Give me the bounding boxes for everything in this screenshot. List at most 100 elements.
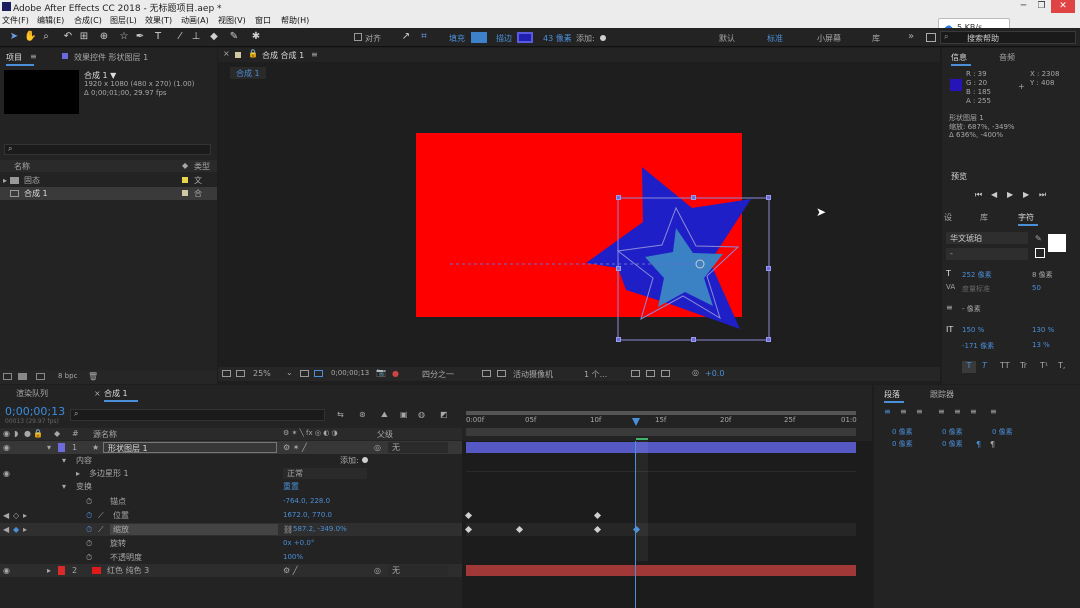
kern-value[interactable]: 度量标准 bbox=[962, 284, 990, 294]
camera-select[interactable]: 活动摄像机 bbox=[513, 369, 553, 380]
all-caps-button[interactable]: TT bbox=[1000, 361, 1010, 370]
leading-value[interactable]: 8 像素 bbox=[1032, 270, 1053, 280]
next-frame-icon[interactable]: ▶ bbox=[1023, 190, 1029, 199]
safe-zones-icon[interactable] bbox=[300, 370, 309, 377]
expand-arrow-icon[interactable]: ▸ bbox=[76, 467, 80, 480]
minimize-button[interactable]: ─ bbox=[1015, 0, 1032, 13]
comp-flowchart-tab[interactable]: 合成 1 bbox=[230, 67, 266, 79]
reset-exposure-icon[interactable]: ◎ bbox=[692, 368, 699, 377]
snap-icon[interactable]: ↗ bbox=[400, 31, 412, 43]
close-button[interactable]: ✕ bbox=[1051, 0, 1075, 13]
tab-character[interactable]: 字符 bbox=[1018, 212, 1034, 223]
ltr-direction-icon[interactable]: ¶ bbox=[976, 440, 981, 449]
comp-tab[interactable]: 合成 合成 1 bbox=[262, 50, 304, 61]
pen-tool-icon[interactable]: ✒ bbox=[134, 31, 146, 43]
keyframe-toggle-icon[interactable]: ◇ bbox=[13, 509, 19, 522]
menu-effect[interactable]: 效果(T) bbox=[145, 15, 172, 26]
justify-right-icon[interactable]: ≡ bbox=[970, 407, 977, 416]
graph-icon[interactable]: ⟋ bbox=[98, 509, 104, 522]
menu-view[interactable]: 视图(V) bbox=[218, 15, 246, 26]
timeline-comp-tab[interactable]: 合成 1 bbox=[104, 388, 128, 399]
faux-italic-button[interactable]: T bbox=[982, 361, 987, 370]
hand-tool-icon[interactable]: ✋ bbox=[24, 31, 36, 43]
type-column[interactable]: 类型 bbox=[194, 161, 210, 172]
info-tab[interactable]: 信息 bbox=[951, 52, 967, 63]
expand-arrow-icon[interactable]: ▾ bbox=[62, 480, 66, 493]
selection-tool-icon[interactable]: ➤ bbox=[8, 31, 20, 43]
menu-layer[interactable]: 图层(L) bbox=[110, 15, 137, 26]
mask-visibility-icon[interactable] bbox=[314, 370, 323, 377]
font-size-value[interactable]: 252 像素 bbox=[962, 270, 992, 280]
name-column[interactable]: 名称 bbox=[14, 161, 30, 172]
region-icon[interactable] bbox=[222, 370, 231, 377]
comp-tab-menu[interactable]: ≡ bbox=[311, 50, 318, 59]
layer-bar-solid[interactable] bbox=[466, 565, 856, 576]
lock-icon[interactable]: 🔒 bbox=[248, 49, 258, 58]
shy-layers-icon[interactable]: ⛰ bbox=[381, 410, 388, 420]
more-workspaces-icon[interactable]: » bbox=[908, 31, 914, 42]
prop-row-scale[interactable]: ◀ ◆ ▸ ⏱ ⟋ 缩放 ⛓ 587.2, -349.0% bbox=[0, 523, 462, 536]
next-keyframe-icon[interactable]: ▸ bbox=[23, 509, 27, 522]
first-frame-icon[interactable]: ⏮ bbox=[975, 190, 982, 200]
rtl-direction-icon[interactable]: ¶ bbox=[990, 440, 995, 449]
rotate-tool-icon[interactable]: ↶ bbox=[62, 31, 74, 43]
clone-tool-icon[interactable]: ⊥ bbox=[190, 31, 202, 43]
transform-handle[interactable] bbox=[616, 266, 621, 271]
stopwatch-icon[interactable]: ⏱ bbox=[86, 509, 92, 522]
workspace-standard[interactable]: 标准 bbox=[767, 33, 783, 44]
align-left-icon[interactable]: ≡ bbox=[884, 407, 891, 416]
visibility-eye-icon[interactable]: ◉ bbox=[3, 441, 10, 454]
trash-icon[interactable]: 🗑 bbox=[88, 372, 98, 381]
time-navigator[interactable] bbox=[466, 428, 856, 436]
eraser-tool-icon[interactable]: ◆ bbox=[208, 31, 220, 43]
views-select[interactable]: 1 个... bbox=[584, 369, 607, 380]
zoom-select[interactable]: 25% bbox=[253, 369, 271, 378]
vscale-value[interactable]: 150 % bbox=[962, 326, 984, 334]
project-item-folder[interactable]: ▸ 固态 文 bbox=[0, 174, 217, 187]
new-folder-icon[interactable] bbox=[18, 373, 27, 380]
align-right-icon[interactable]: ≡ bbox=[916, 407, 923, 416]
roto-tool-icon[interactable]: ✎ bbox=[228, 31, 240, 43]
prop-row-opacity[interactable]: ⏱ 不透明度 100% bbox=[0, 551, 462, 564]
indent-right[interactable]: 0 像素 bbox=[992, 427, 1013, 437]
parent-column[interactable]: 父级 bbox=[377, 429, 393, 440]
last-frame-icon[interactable]: ⏭ bbox=[1039, 190, 1046, 200]
justify-left-icon[interactable]: ≡ bbox=[938, 407, 945, 416]
fill-swatch[interactable] bbox=[471, 32, 487, 43]
constrain-link-icon[interactable]: ⛓ bbox=[283, 523, 293, 536]
audio-tab[interactable]: 音频 bbox=[999, 52, 1015, 63]
menu-file[interactable]: 文件(F) bbox=[2, 15, 29, 26]
stroke-swatch[interactable] bbox=[517, 32, 533, 43]
project-item-comp[interactable]: 合成 1 合 bbox=[0, 187, 217, 200]
project-search-input[interactable]: ⌕ bbox=[4, 144, 211, 155]
blend-mode-select[interactable]: 正常 bbox=[283, 468, 367, 479]
transparency-grid-icon[interactable] bbox=[497, 370, 506, 377]
bit-depth[interactable]: 8 bpc bbox=[58, 372, 77, 380]
menu-animation[interactable]: 动画(A) bbox=[181, 15, 209, 26]
position-keyframe[interactable] bbox=[593, 511, 602, 520]
transform-handle[interactable] bbox=[766, 266, 771, 271]
prop-row-position[interactable]: ◀ ◇ ▸ ⏱ ⟋ 位置 1672.0, 770.0 bbox=[0, 509, 462, 522]
hscale-value[interactable]: 130 % bbox=[1032, 326, 1054, 334]
prev-keyframe-icon[interactable]: ◀ bbox=[3, 523, 9, 536]
project-tab-menu[interactable]: ≡ bbox=[30, 52, 37, 61]
fill-label[interactable]: 填充 bbox=[449, 33, 465, 44]
baseline-value[interactable]: -171 像素 bbox=[962, 341, 994, 351]
align-checkbox[interactable] bbox=[354, 33, 362, 41]
puppet-tool-icon[interactable]: ✱ bbox=[250, 31, 262, 43]
pickwhip-icon[interactable]: ◎ bbox=[374, 564, 381, 577]
stroke-width[interactable]: 43 像素 bbox=[543, 33, 572, 44]
keyframe-toggle-icon[interactable]: ◆ bbox=[13, 523, 19, 536]
exposure-value[interactable]: +0.0 bbox=[705, 369, 724, 378]
label-column-icon[interactable]: ◆ bbox=[182, 161, 188, 170]
frame-blending-icon[interactable]: ▣ bbox=[400, 410, 408, 419]
transform-handle[interactable] bbox=[766, 337, 771, 342]
tracker-tab[interactable]: 跟踪器 bbox=[930, 389, 954, 400]
space-after[interactable]: 0 像素 bbox=[942, 439, 963, 449]
menu-window[interactable]: 窗口 bbox=[255, 15, 271, 26]
eyedropper-icon[interactable]: ✎ bbox=[1035, 234, 1042, 243]
font-family-select[interactable]: 华文琥珀 bbox=[946, 232, 1028, 244]
comp-timecode[interactable]: 0;00;00;13 bbox=[331, 369, 369, 377]
comp-mini-flowchart-icon[interactable]: ⇆ bbox=[337, 410, 344, 419]
timeline-timecode[interactable]: 0;00;00;13 bbox=[5, 405, 65, 418]
